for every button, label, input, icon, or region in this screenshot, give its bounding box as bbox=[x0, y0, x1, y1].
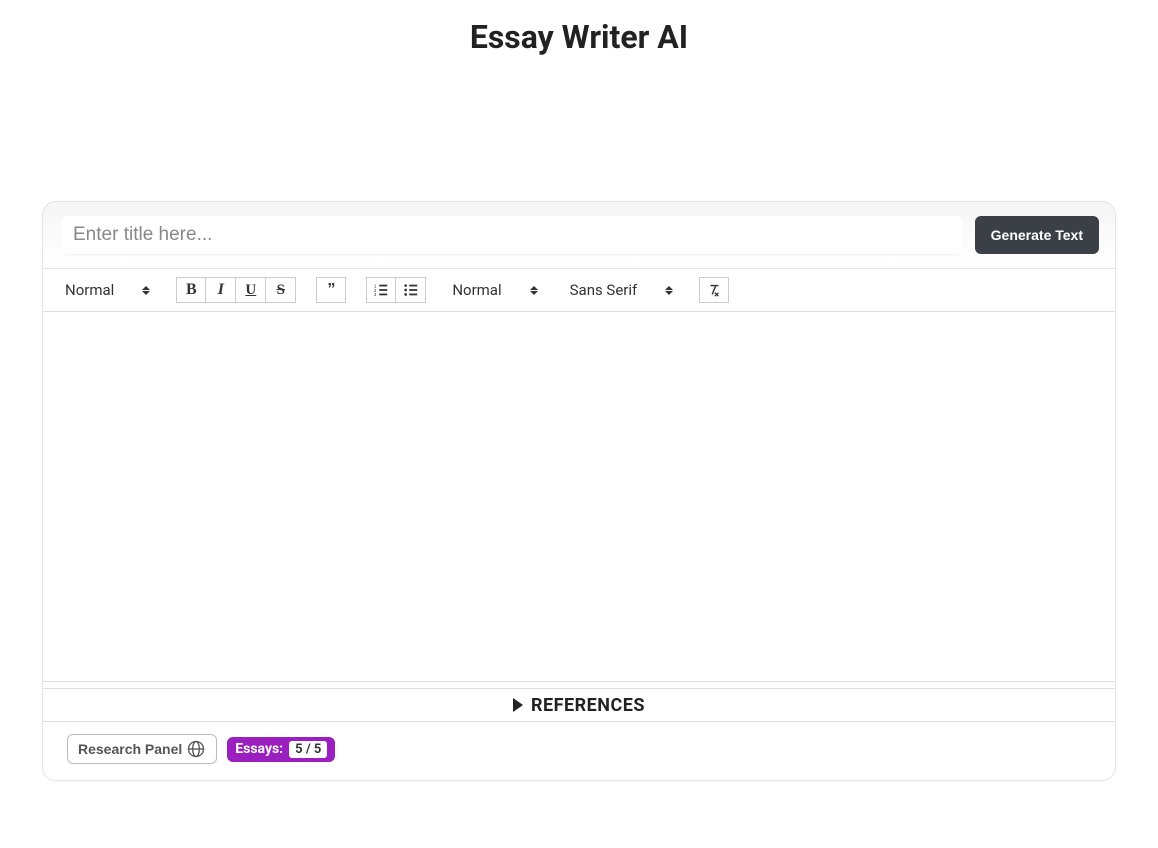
chevron-updown-icon bbox=[142, 286, 150, 295]
heading-picker-label: Normal bbox=[65, 281, 114, 299]
ordered-list-icon: 1 2 3 bbox=[373, 282, 389, 298]
chevron-updown-icon bbox=[530, 286, 538, 295]
underline-button[interactable]: U bbox=[236, 277, 266, 303]
heading-picker[interactable]: Normal bbox=[59, 277, 156, 303]
strikethrough-button[interactable]: S bbox=[266, 277, 296, 303]
essays-count: 5 / 5 bbox=[289, 741, 327, 758]
clear-format-icon bbox=[706, 282, 722, 298]
size-picker-label: Normal bbox=[452, 281, 501, 299]
bottom-bar: Research Panel Essays: 5 / 5 bbox=[43, 734, 1115, 764]
globe-icon bbox=[186, 739, 206, 759]
bold-icon: B bbox=[186, 281, 197, 299]
research-panel-label: Research Panel bbox=[78, 741, 182, 757]
editor-toolbar: Normal B I U S ” bbox=[43, 268, 1115, 312]
bold-button[interactable]: B bbox=[176, 277, 206, 303]
clear-group bbox=[699, 277, 729, 303]
title-row: Generate Text bbox=[43, 202, 1115, 268]
quote-icon: ” bbox=[327, 281, 335, 299]
chevron-updown-icon bbox=[665, 286, 673, 295]
italic-button[interactable]: I bbox=[206, 277, 236, 303]
italic-icon: I bbox=[218, 281, 224, 299]
generate-text-button[interactable]: Generate Text bbox=[975, 216, 1099, 254]
blockquote-button[interactable]: ” bbox=[316, 277, 346, 303]
quote-group: ” bbox=[316, 277, 346, 303]
references-label: REFERENCES bbox=[531, 695, 645, 716]
essays-label: Essays: bbox=[235, 741, 283, 757]
references-toggle[interactable]: REFERENCES bbox=[43, 688, 1115, 722]
editor-content-area[interactable] bbox=[43, 312, 1115, 682]
underline-icon: U bbox=[245, 282, 256, 299]
svg-text:3: 3 bbox=[374, 292, 377, 297]
page-title: Essay Writer AI bbox=[0, 18, 1158, 56]
size-picker[interactable]: Normal bbox=[446, 277, 543, 303]
clear-formatting-button[interactable] bbox=[699, 277, 729, 303]
font-picker-label: Sans Serif bbox=[570, 281, 638, 299]
list-group: 1 2 3 bbox=[366, 277, 426, 303]
title-input[interactable] bbox=[61, 216, 963, 254]
triangle-right-icon bbox=[513, 698, 523, 712]
unordered-list-icon bbox=[403, 282, 419, 298]
ordered-list-button[interactable]: 1 2 3 bbox=[366, 277, 396, 303]
essays-badge[interactable]: Essays: 5 / 5 bbox=[227, 737, 335, 762]
unordered-list-button[interactable] bbox=[396, 277, 426, 303]
editor-card: Generate Text Normal B I U S ” bbox=[42, 201, 1116, 781]
font-picker[interactable]: Sans Serif bbox=[564, 277, 680, 303]
strikethrough-icon: S bbox=[277, 282, 285, 299]
research-panel-button[interactable]: Research Panel bbox=[67, 734, 217, 764]
text-style-group: B I U S bbox=[176, 277, 296, 303]
